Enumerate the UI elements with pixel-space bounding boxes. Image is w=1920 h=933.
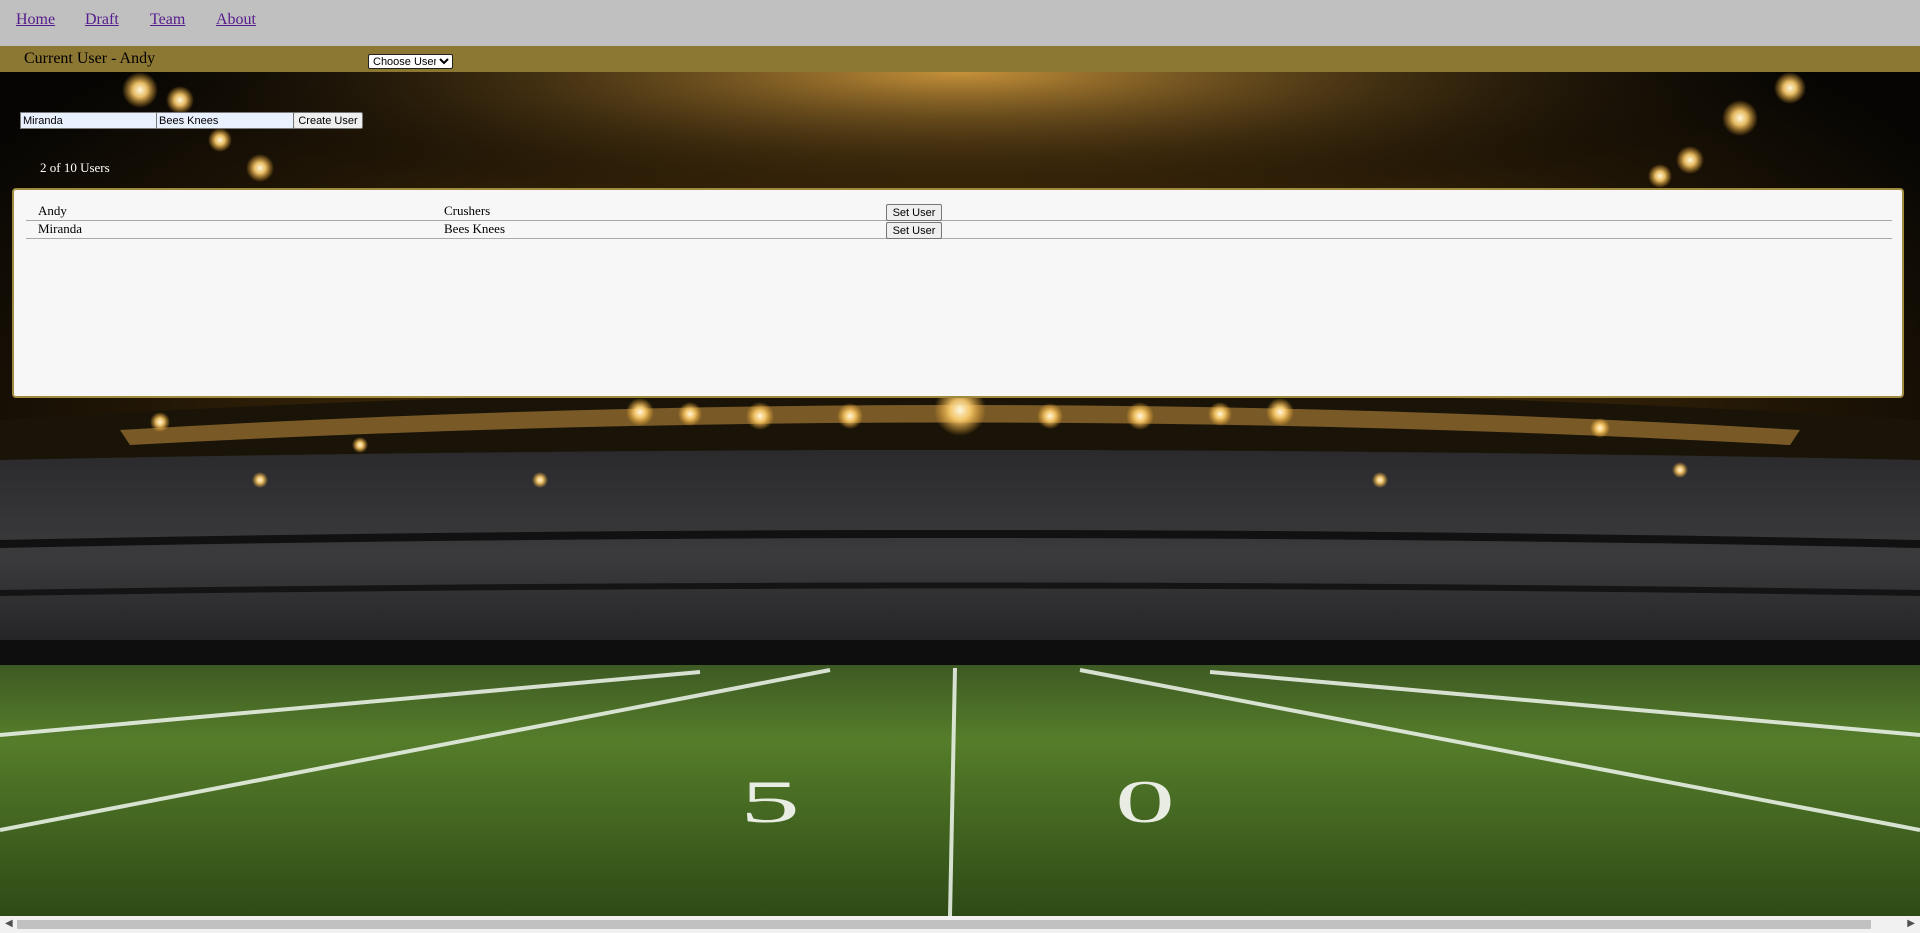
user-name: Miranda	[38, 221, 83, 236]
team-name-input[interactable]	[156, 112, 294, 129]
nav-link-team[interactable]: Team	[150, 11, 185, 29]
user-count: 2 of 10 Users	[40, 160, 110, 175]
current-user-label: Current User - Andy	[24, 50, 156, 67]
stadium-background-image: 5 0	[0, 0, 1920, 933]
set-user-button[interactable]: Set User	[886, 222, 942, 239]
user-row: Andy Crushers Set User	[26, 203, 1892, 221]
left-arrow-icon[interactable]: ◀	[5, 918, 13, 929]
user-name-input[interactable]	[20, 112, 158, 129]
user-name: Andy	[38, 203, 67, 218]
set-user-button[interactable]: Set User	[886, 204, 942, 221]
current-user-bar: Current User - Andy Choose User	[0, 46, 1920, 72]
svg-text:5: 5	[740, 768, 800, 835]
horizontal-scrollbar[interactable]: ◀ ▶	[0, 916, 1920, 933]
user-list-panel: Andy Crushers Set User Miranda Bees Knee…	[12, 188, 1904, 398]
user-row: Miranda Bees Knees Set User	[26, 221, 1892, 239]
scrollbar-thumb[interactable]	[17, 920, 1871, 929]
right-arrow-icon[interactable]: ▶	[1907, 918, 1915, 929]
choose-user-select[interactable]: Choose User	[368, 54, 453, 69]
create-user-button[interactable]: Create User	[293, 112, 363, 129]
user-team: Bees Knees	[444, 221, 506, 236]
top-nav: Home Draft Team About	[0, 0, 1920, 46]
user-team: Crushers	[444, 203, 491, 218]
nav-link-about[interactable]: About	[216, 11, 256, 29]
nav-link-home[interactable]: Home	[16, 11, 55, 29]
svg-text:0: 0	[1115, 768, 1175, 835]
nav-link-draft[interactable]: Draft	[85, 11, 119, 29]
